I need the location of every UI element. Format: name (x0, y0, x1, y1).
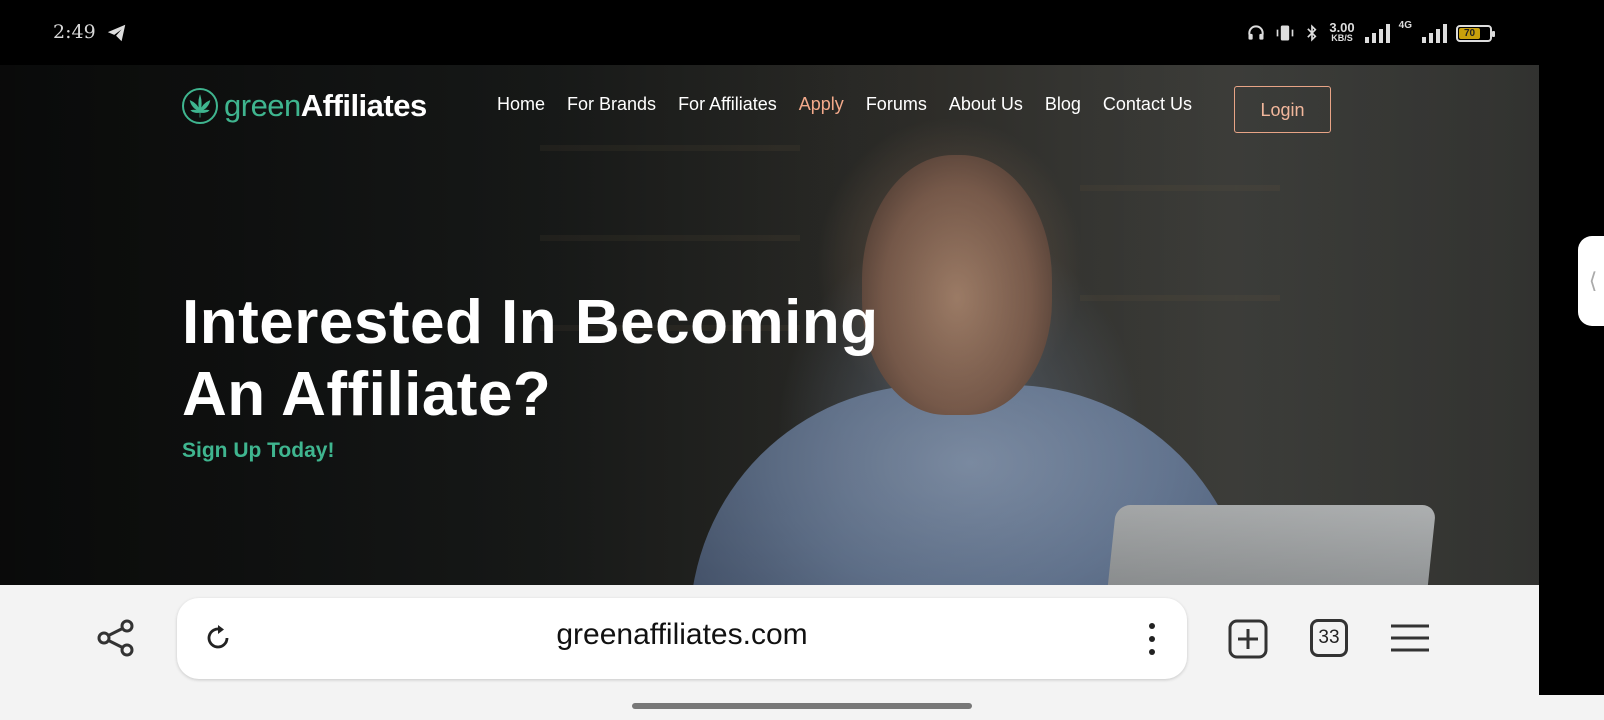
status-icons: 3.00 KB/S 4G 70 (1246, 20, 1495, 46)
vibrate-icon (1277, 25, 1294, 41)
logo-text: greenAffiliates (224, 88, 427, 123)
network-type: 4G (1398, 20, 1412, 31)
battery-level: 70 (1459, 27, 1480, 39)
signal-4g-icon (1422, 24, 1447, 43)
menu-icon[interactable] (1390, 623, 1430, 653)
url-text[interactable]: greenaffiliates.com (177, 618, 1187, 652)
new-tab-icon[interactable] (1228, 619, 1268, 659)
battery-icon: 70 (1456, 24, 1495, 42)
status-bar: 2:49 3.00 KB/S 4G 70 (0, 0, 1604, 65)
sign-up-link[interactable]: Sign Up Today! (182, 439, 334, 463)
share-icon[interactable] (96, 618, 136, 658)
telegram-icon (107, 24, 126, 42)
home-indicator[interactable] (632, 703, 972, 709)
website-viewport: greenAffiliates Home For Brands For Affi… (0, 65, 1539, 585)
network-speed: 3.00 KB/S (1329, 20, 1355, 43)
nav-contact-us[interactable]: Contact Us (1103, 94, 1192, 115)
browser-toolbar: greenaffiliates.com 33 (0, 585, 1539, 695)
cannabis-leaf-icon (182, 88, 218, 124)
address-bar[interactable]: greenaffiliates.com (177, 598, 1187, 679)
nav-home[interactable]: Home (497, 94, 545, 115)
nav-apply[interactable]: Apply (799, 94, 844, 115)
side-panel-handle[interactable]: ⟨ (1578, 236, 1604, 326)
status-time: 2:49 (53, 21, 96, 43)
headphones-icon (1248, 25, 1265, 40)
main-nav: Home For Brands For Affiliates Apply For… (497, 94, 1192, 115)
nav-blog[interactable]: Blog (1045, 94, 1081, 115)
login-button[interactable]: Login (1234, 86, 1331, 133)
nav-forums[interactable]: Forums (866, 94, 927, 115)
nav-for-affiliates[interactable]: For Affiliates (678, 94, 777, 115)
tab-count-button[interactable]: 33 (1310, 619, 1348, 657)
more-options-icon[interactable] (1147, 622, 1157, 656)
nav-about-us[interactable]: About Us (949, 94, 1023, 115)
site-logo[interactable]: greenAffiliates (182, 88, 427, 124)
nav-for-brands[interactable]: For Brands (567, 94, 656, 115)
bluetooth-icon (1307, 24, 1317, 42)
signal-icon (1364, 24, 1390, 43)
hero-title: Interested In Becoming An Affiliate? (182, 288, 879, 429)
